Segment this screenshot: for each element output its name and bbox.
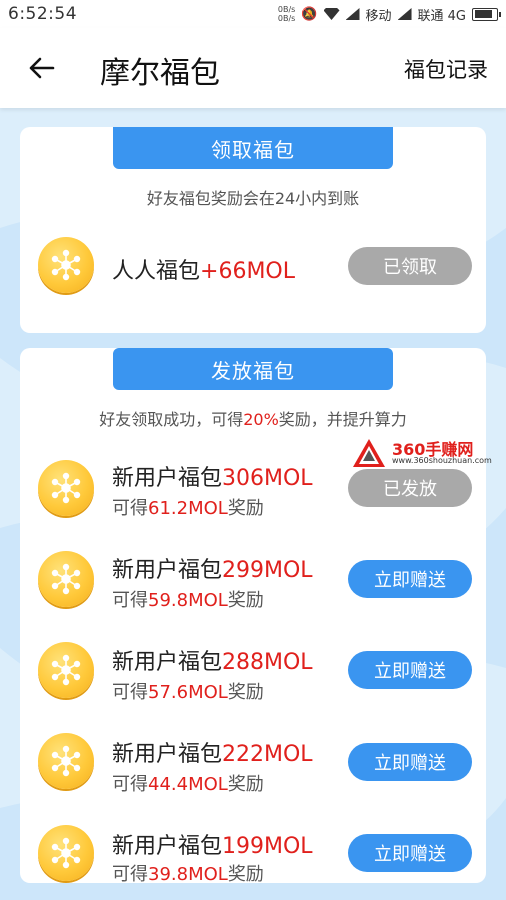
status-icons: 0B/s 0B/s 🔕 移动 联通 4G xyxy=(278,5,501,24)
item-name: 新用户福包 xyxy=(112,466,223,491)
list-item-title: 新用户福包222MOL xyxy=(112,736,313,768)
list-item-reward: 可得57.6MOL奖励 xyxy=(112,678,264,704)
list-item-title: 新用户福包199MOL xyxy=(112,828,313,860)
watermark-url: www.360shouzhuan.com xyxy=(392,456,492,465)
receive-card: 领取福包 好友福包奖励会在24小内到账 人人福包+66MOL 已领取 xyxy=(20,127,486,333)
net-down: 0B/s xyxy=(277,14,296,23)
item-name: 新用户福包 xyxy=(112,558,223,583)
reward-amount: 39.8MOL xyxy=(148,864,228,883)
watermark-triangle-icon xyxy=(353,439,385,467)
received-button[interactable]: 已领取 xyxy=(348,247,472,285)
list-item-title: 新用户福包306MOL xyxy=(112,460,313,492)
send-tab-label: 发放福包 xyxy=(113,348,393,390)
coin-network-icon xyxy=(38,237,94,293)
list-item-reward: 可得61.2MOL奖励 xyxy=(112,494,264,520)
reward-prefix: 可得 xyxy=(112,590,148,611)
sent-button[interactable]: 已发放 xyxy=(348,469,472,507)
send-card: 发放福包 好友领取成功，可得20%奖励，并提升算力 新用户福包306MOL 可得… xyxy=(20,348,486,883)
send-now-button[interactable]: 立即赠送 xyxy=(348,743,472,781)
coin-network-icon xyxy=(38,825,94,881)
send-now-button[interactable]: 立即赠送 xyxy=(348,834,472,872)
wifi-icon xyxy=(323,8,340,20)
list-item-title: 新用户福包288MOL xyxy=(112,644,313,676)
reward-suffix: 奖励 xyxy=(227,774,264,795)
reward-suffix: 奖励 xyxy=(227,498,264,519)
reward-prefix: 可得 xyxy=(112,864,148,883)
item-name: 新用户福包 xyxy=(112,834,223,859)
list-item-reward: 可得59.8MOL奖励 xyxy=(112,586,264,612)
coin-network-icon xyxy=(38,642,94,698)
item-amount: 222MOL xyxy=(222,742,313,767)
item-amount: +66MOL xyxy=(200,259,295,284)
arrow-left-icon xyxy=(29,57,55,79)
list-item-reward: 可得39.8MOL奖励 xyxy=(112,860,264,883)
send-now-button[interactable]: 立即赠送 xyxy=(348,560,472,598)
receive-item-title: 人人福包+66MOL xyxy=(112,253,295,285)
reward-prefix: 可得 xyxy=(112,774,148,795)
signal-icon xyxy=(397,8,412,20)
reward-amount: 61.2MOL xyxy=(148,498,228,519)
send-now-button[interactable]: 立即赠送 xyxy=(348,651,472,689)
item-name: 新用户福包 xyxy=(112,742,223,767)
reward-prefix: 可得 xyxy=(112,498,148,519)
reward-prefix: 可得 xyxy=(112,682,148,703)
send-note-text-after: 奖励，并提升算力 xyxy=(278,410,407,429)
coin-network-icon xyxy=(38,551,94,607)
reward-amount: 57.6MOL xyxy=(148,682,228,703)
item-amount: 299MOL xyxy=(222,558,313,583)
send-note-text: 好友领取成功，可得 xyxy=(99,410,244,429)
page-title: 摩尔福包 xyxy=(100,56,220,91)
item-amount: 199MOL xyxy=(222,834,313,859)
back-button[interactable] xyxy=(24,50,60,86)
watermark-logo: 360手赚网 www.360shouzhuan.com xyxy=(352,436,502,470)
net-up: 0B/s xyxy=(277,5,296,14)
records-link[interactable]: 福包记录 xyxy=(404,54,488,84)
carrier-2: 联通 4G xyxy=(417,8,466,24)
item-name: 人人福包 xyxy=(112,259,201,284)
send-note-percent: 20% xyxy=(243,410,279,429)
receive-tab-label: 领取福包 xyxy=(113,127,393,169)
net-speed: 0B/s 0B/s xyxy=(278,5,295,23)
carrier-1: 移动 xyxy=(365,8,392,24)
status-time: 6:52:54 xyxy=(8,4,78,24)
reward-suffix: 奖励 xyxy=(227,682,264,703)
reward-amount: 44.4MOL xyxy=(148,774,228,795)
list-item-reward: 可得44.4MOL奖励 xyxy=(112,770,264,796)
coin-network-icon xyxy=(38,460,94,516)
send-note: 好友领取成功，可得20%奖励，并提升算力 xyxy=(20,406,486,430)
item-amount: 288MOL xyxy=(222,650,313,675)
item-name: 新用户福包 xyxy=(112,650,223,675)
receive-note: 好友福包奖励会在24小内到账 xyxy=(146,189,360,208)
reward-amount: 59.8MOL xyxy=(148,590,228,611)
item-amount: 306MOL xyxy=(222,466,313,491)
coin-network-icon xyxy=(38,733,94,789)
reward-suffix: 奖励 xyxy=(227,864,264,883)
signal-icon xyxy=(345,8,360,20)
battery-icon xyxy=(472,7,501,21)
list-item-title: 新用户福包299MOL xyxy=(112,552,313,584)
app-header: 摩尔福包 福包记录 xyxy=(0,28,506,108)
status-bar: 6:52:54 0B/s 0B/s 🔕 移动 联通 4G xyxy=(0,0,506,28)
mute-icon: 🔕 xyxy=(301,6,318,22)
reward-suffix: 奖励 xyxy=(227,590,264,611)
